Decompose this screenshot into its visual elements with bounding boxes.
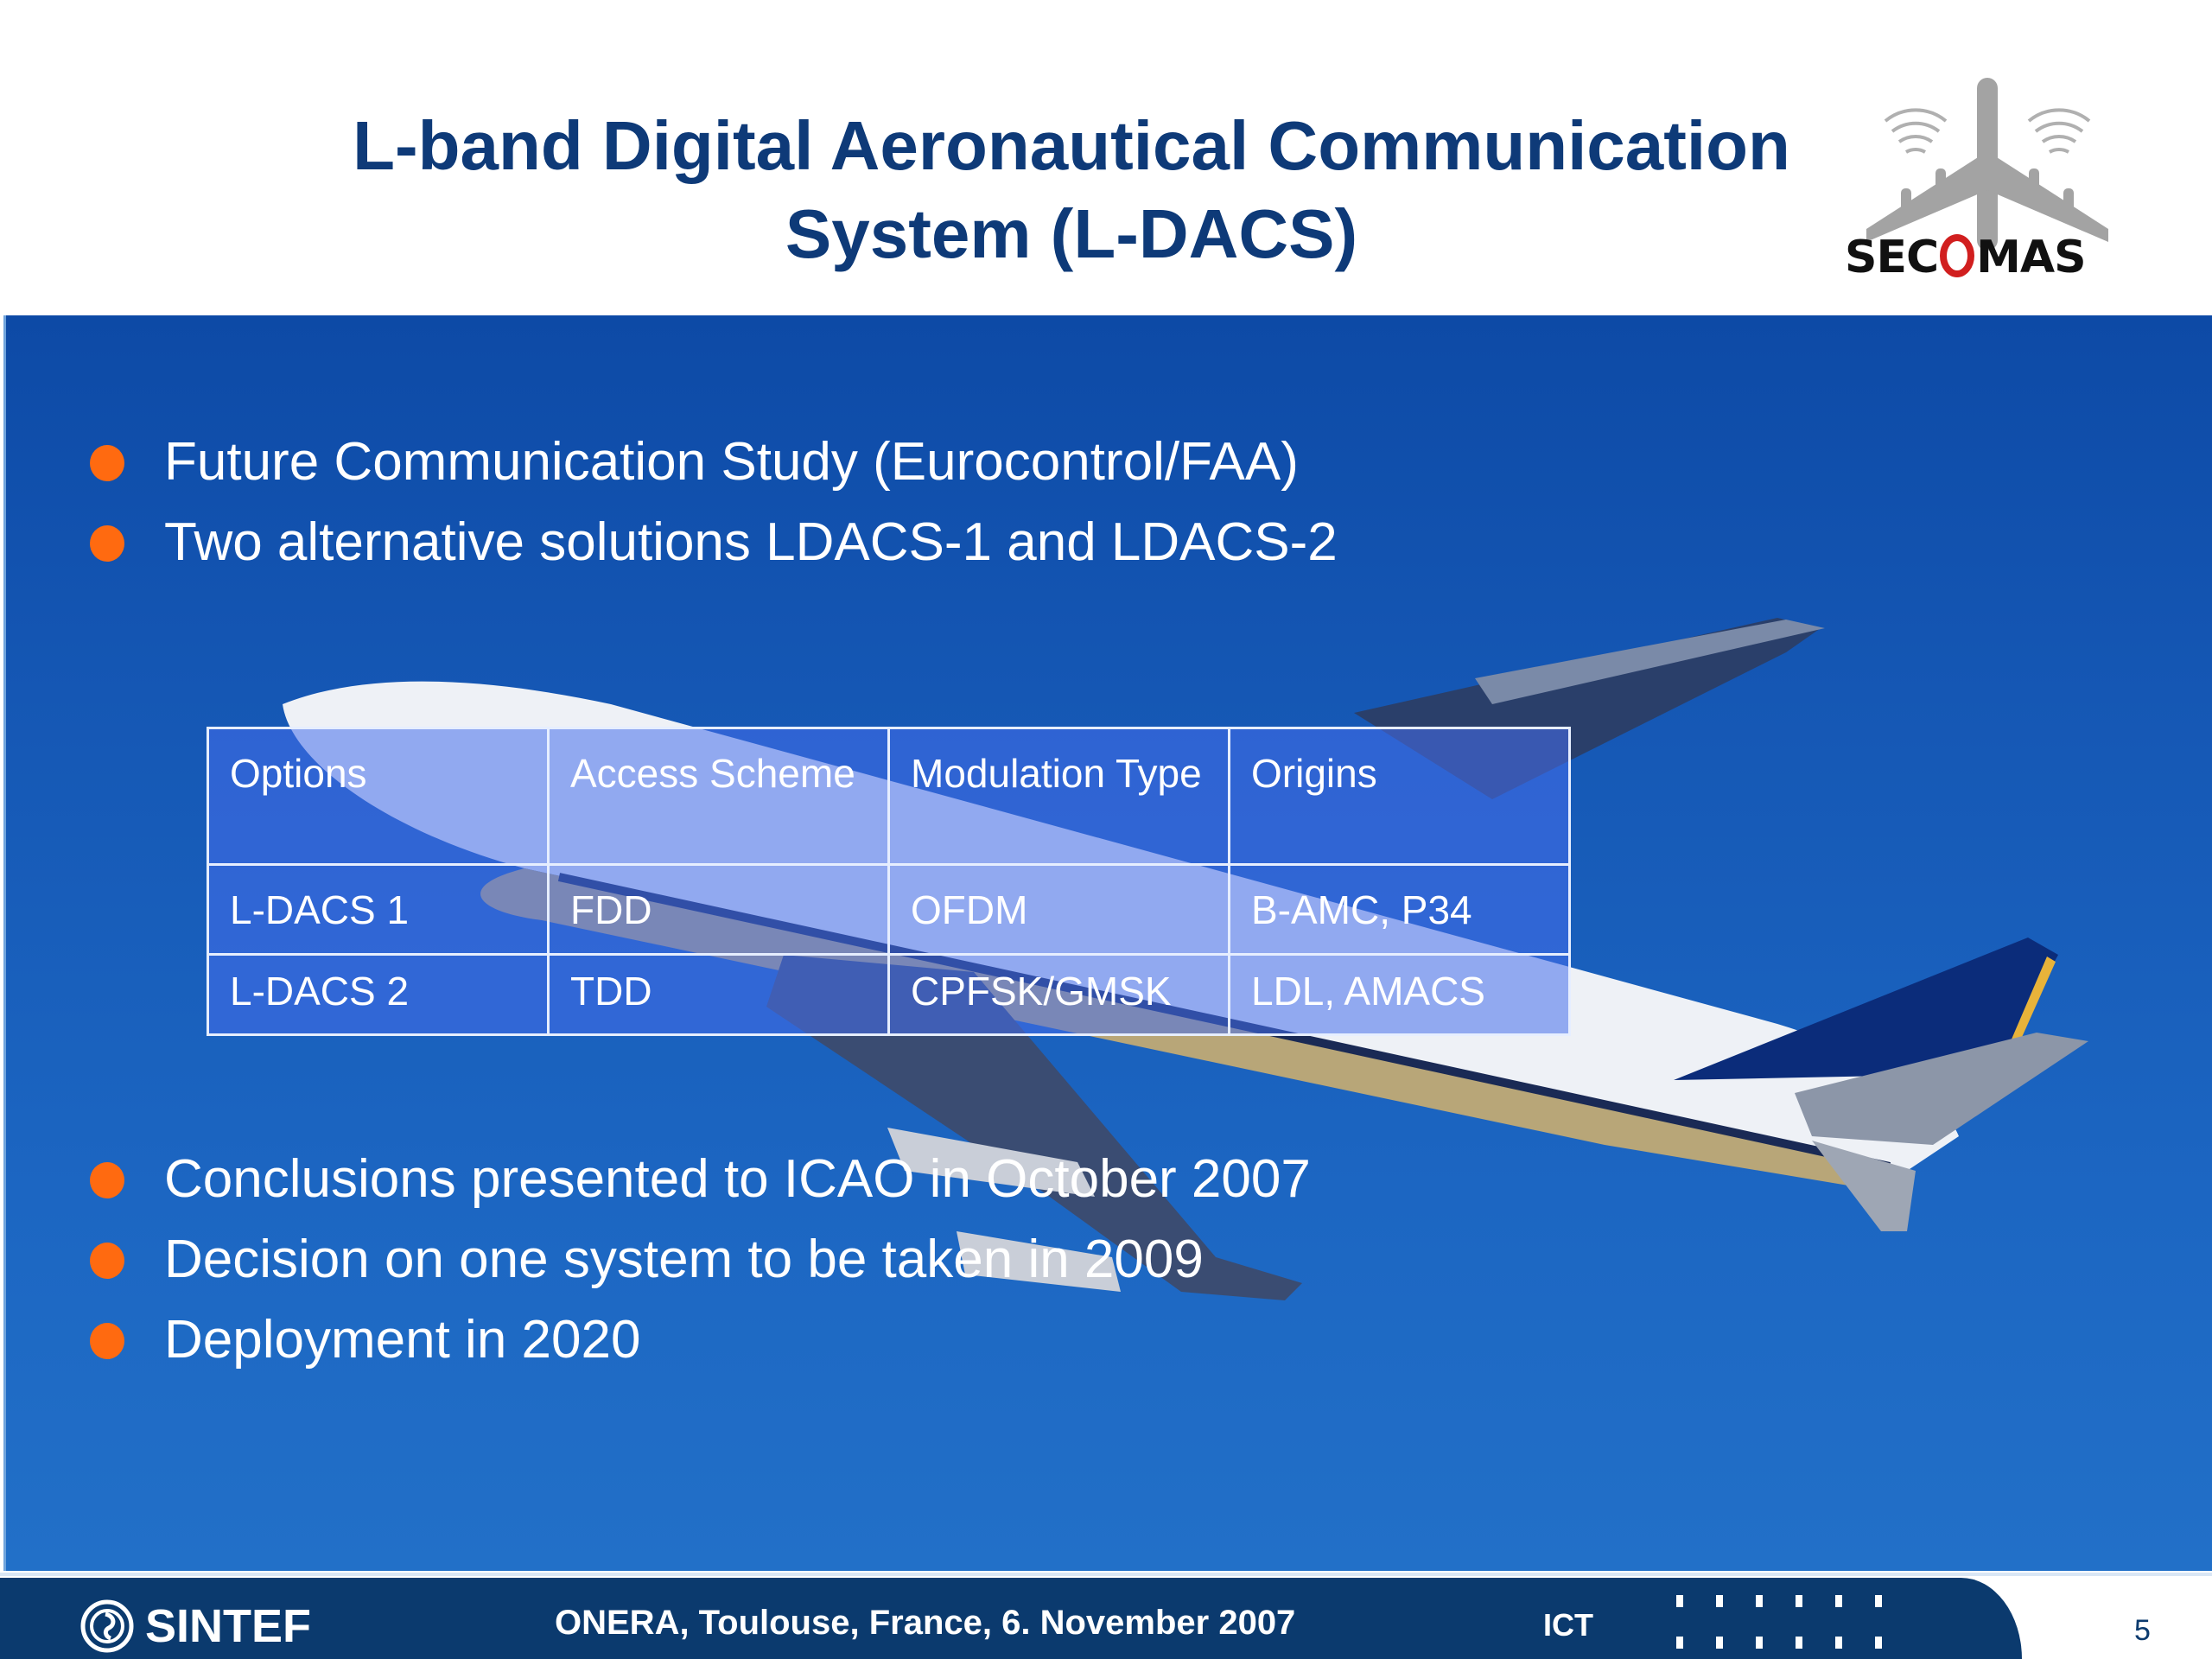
dot-grid-decoration (1676, 1595, 1901, 1656)
bullet-text: Future Communication Study (Eurocontrol/… (164, 432, 1299, 492)
secomas-logo: SEC MAS (1845, 232, 2087, 283)
table-cell: FDD (547, 863, 890, 956)
footer-unit: ICT (1543, 1607, 1593, 1643)
sintef-logo: SINTEF (79, 1599, 311, 1654)
footer-divider (0, 1573, 2212, 1576)
bullet-item: Two alternative solutions LDACS-1 and LD… (88, 508, 1338, 588)
table-row: L-DACS 1 FDD OFDM B-AMC, P34 (207, 863, 1571, 956)
orange-dot-icon (90, 1323, 124, 1359)
bullet-list-top: Future Communication Study (Eurocontrol/… (88, 428, 1338, 588)
bullet-text: Deployment in 2020 (164, 1310, 641, 1370)
ldacs-options-table: Options Access Scheme Modulation Type Or… (207, 727, 1571, 1036)
sintef-name: SINTEF (145, 1600, 312, 1652)
bullet-text: Conclusions presented to ICAO in October… (164, 1149, 1311, 1209)
footer-event: ONERA, Toulouse, France, 6. November 200… (555, 1604, 1296, 1642)
table-cell: TDD (547, 953, 890, 1036)
header-cell-access-scheme: Access Scheme (547, 727, 890, 866)
bullet-item: Deployment in 2020 (88, 1306, 1311, 1386)
bullet-text: Decision on one system to be taken in 20… (164, 1230, 1204, 1289)
title-line-2: System (L-DACS) (785, 195, 1358, 272)
bullet-list-bottom: Conclusions presented to ICAO in October… (88, 1145, 1311, 1386)
table-row: L-DACS 2 TDD CPFSK/GMSK LDL, AMACS (207, 953, 1571, 1036)
header-cell-modulation-type: Modulation Type (887, 727, 1230, 866)
bullet-item: Future Communication Study (Eurocontrol/… (88, 428, 1338, 508)
page-number: 5 (2134, 1614, 2151, 1647)
table-cell: LDL, AMACS (1228, 953, 1571, 1036)
table-header-row: Options Access Scheme Modulation Type Or… (207, 727, 1571, 866)
slide-header: L-band Digital Aeronautical Communicatio… (0, 0, 2212, 315)
orange-dot-icon (90, 1162, 124, 1198)
slide-title: L-band Digital Aeronautical Communicatio… (259, 102, 1884, 278)
orange-dot-icon (90, 1243, 124, 1279)
footer-bar: SINTEF ONERA, Toulouse, France, 6. Novem… (0, 1578, 2022, 1659)
header-cell-origins: Origins (1228, 727, 1571, 866)
title-line-1: L-band Digital Aeronautical Communicatio… (353, 107, 1790, 184)
bullet-item: Decision on one system to be taken in 20… (88, 1225, 1311, 1306)
table-cell: B-AMC, P34 (1228, 863, 1571, 956)
logo-text-right: MAS (1976, 232, 2086, 283)
slide-footer: SINTEF ONERA, Toulouse, France, 6. Novem… (0, 1573, 2212, 1659)
header-cell-options: Options (207, 727, 550, 866)
table-cell: L-DACS 1 (207, 863, 550, 956)
orange-dot-icon (90, 445, 124, 481)
table-cell: L-DACS 2 (207, 953, 550, 1036)
logo-o-ring-icon (1940, 234, 1975, 277)
sintef-emblem-icon (80, 1599, 134, 1653)
logo-text-left: SEC (1845, 232, 1939, 283)
content-panel: Future Communication Study (Eurocontrol/… (3, 315, 2212, 1571)
table-cell: OFDM (887, 863, 1230, 956)
table-cell: CPFSK/GMSK (887, 953, 1230, 1036)
bullet-text: Two alternative solutions LDACS-1 and LD… (164, 512, 1338, 572)
bullet-item: Conclusions presented to ICAO in October… (88, 1145, 1311, 1225)
orange-dot-icon (90, 525, 124, 562)
